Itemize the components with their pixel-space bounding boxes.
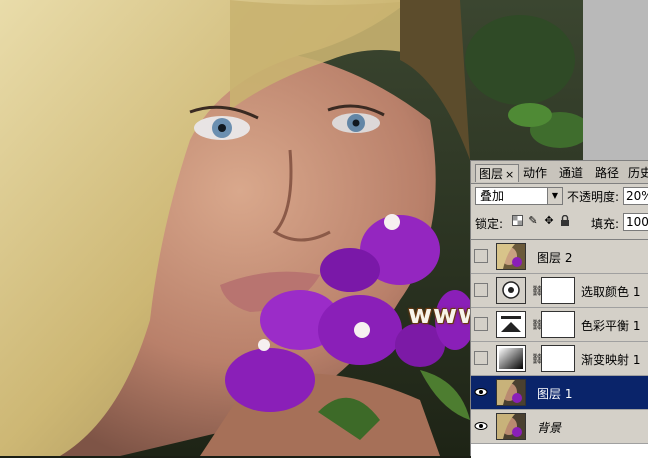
close-icon[interactable]: × — [505, 168, 514, 181]
blend-mode-value: 叠加 — [480, 189, 505, 203]
layer-row-layer2[interactable]: 图层 2 — [471, 240, 648, 274]
visibility-toggle[interactable] — [474, 283, 488, 297]
chevron-down-icon: ▼ — [547, 188, 562, 204]
layer-row-background[interactable]: 背景 — [471, 410, 648, 444]
layer-mask-thumbnail — [541, 277, 575, 304]
padlock-icon — [561, 214, 569, 226]
brush-icon[interactable]: ✎ — [527, 215, 539, 227]
layer-mask-thumbnail — [541, 345, 575, 372]
eye-icon — [474, 388, 488, 396]
adjustment-icon — [501, 316, 521, 332]
lock-label: 锁定: — [475, 217, 504, 231]
image-thumbnail-icon — [497, 414, 525, 439]
visibility-toggle[interactable] — [474, 351, 488, 365]
tab-actions[interactable]: 动作 — [520, 164, 554, 182]
layers-panel: 图层× 动作 通道 路径 历史 叠加 ▼ 不透明度: 20% 锁定: ✎ ✥ 填… — [470, 160, 648, 458]
canvas-gray-area — [583, 0, 648, 160]
lock-transparency-icon[interactable] — [511, 215, 523, 227]
layer-row-selective-color[interactable]: ⛓ 选取颜色 1 — [471, 274, 648, 308]
move-icon[interactable]: ✥ — [543, 215, 555, 227]
layer-name: 图层 2 — [537, 251, 573, 265]
layer-name: 图层 1 — [537, 387, 573, 401]
gradient-map-icon — [496, 345, 526, 372]
layer-name: 色彩平衡 1 — [581, 319, 641, 333]
visibility-toggle[interactable] — [474, 249, 488, 263]
visibility-toggle[interactable] — [474, 419, 488, 433]
tab-layers[interactable]: 图层 × — [475, 164, 519, 182]
layer-name: 背景 — [537, 421, 562, 435]
layers-list: 图层 2 ⛓ 选取颜色 1 ⛓ 色彩平衡 1 ⛓ 渐变映射 1 图层 1 背景 — [471, 239, 648, 458]
adjustment-icon — [502, 281, 520, 299]
opacity-input[interactable]: 20% — [623, 187, 648, 205]
panel-tabs: 图层 × 动作 通道 路径 历史 — [471, 161, 648, 184]
tab-history[interactable]: 历史 — [625, 164, 648, 182]
layer-row-gradient-map[interactable]: ⛓ 渐变映射 1 — [471, 342, 648, 376]
layer-mask-thumbnail — [541, 311, 575, 338]
lock-row: 锁定: ✎ ✥ 填充: 100% — [475, 213, 648, 235]
visibility-toggle[interactable] — [474, 317, 488, 331]
layer-name: 选取颜色 1 — [581, 285, 641, 299]
visibility-toggle[interactable] — [474, 385, 488, 399]
tab-paths[interactable]: 路径 — [592, 164, 624, 182]
checker-icon — [511, 215, 523, 226]
fill-input[interactable]: 100% — [623, 213, 648, 231]
blend-mode-select[interactable]: 叠加 ▼ — [475, 187, 563, 205]
selective-color-icon — [496, 277, 526, 304]
adjustment-icon — [499, 348, 523, 369]
layer-name: 渐变映射 1 — [581, 353, 641, 367]
tab-layers-label: 图层 — [479, 167, 504, 181]
layer-thumbnail — [496, 243, 526, 270]
layer-row-color-balance[interactable]: ⛓ 色彩平衡 1 — [471, 308, 648, 342]
lock-icon[interactable] — [559, 214, 571, 227]
tab-channels[interactable]: 通道 — [556, 164, 590, 182]
color-balance-icon — [496, 311, 526, 338]
image-thumbnail-icon — [497, 244, 525, 269]
fill-label: 填充: — [591, 217, 620, 231]
image-thumbnail-icon — [497, 380, 525, 405]
layer-row-layer1[interactable]: 图层 1 — [471, 376, 648, 410]
blend-row: 叠加 ▼ 不透明度: 20% — [475, 187, 648, 207]
eye-icon — [474, 422, 488, 430]
layer-thumbnail — [496, 379, 526, 406]
layer-thumbnail — [496, 413, 526, 440]
opacity-label: 不透明度: — [567, 190, 620, 204]
